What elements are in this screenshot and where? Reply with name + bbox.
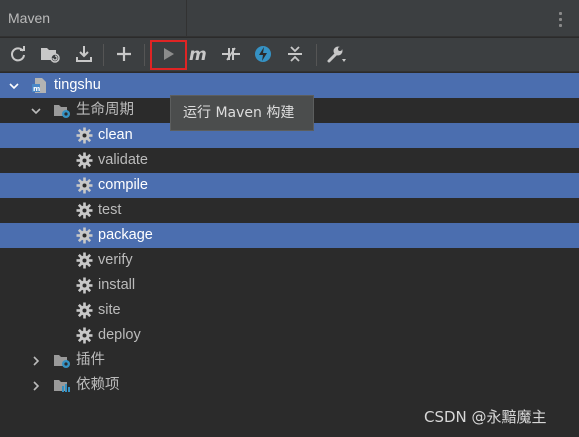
more-options-icon[interactable] <box>559 12 562 30</box>
gear-icon <box>76 202 93 219</box>
reload-icon[interactable] <box>5 41 31 67</box>
svg-text:m: m <box>189 45 207 63</box>
tool-window-title: Maven <box>8 10 51 26</box>
toolbar-separator <box>103 44 104 66</box>
settings-wrench-icon[interactable] <box>324 41 350 67</box>
tree-item-label: package <box>98 227 153 243</box>
gear-icon <box>76 152 93 169</box>
gear-icon <box>76 127 93 144</box>
chevron-right-icon[interactable] <box>30 373 42 398</box>
tree-item-goal[interactable]: package <box>0 223 579 248</box>
gear-icon <box>76 327 93 344</box>
tree-item-dependencies[interactable]: 依赖项 <box>0 373 579 398</box>
lifecycle-folder-icon <box>53 102 70 119</box>
tree-item-label: 插件 <box>76 352 105 368</box>
chevron-right-icon[interactable] <box>30 348 42 373</box>
run-maven-build-tooltip: 运行 Maven 构建 <box>170 95 314 131</box>
tree-item-label: compile <box>98 177 148 193</box>
watermark: CSDN @永黯魔主 <box>424 408 547 426</box>
toolbar-separator <box>316 44 317 66</box>
gear-icon <box>76 227 93 244</box>
tree-item-label: verify <box>98 252 133 268</box>
chevron-down-icon[interactable] <box>8 73 20 98</box>
tree-item-goal[interactable]: install <box>0 273 579 298</box>
tree-item-label: validate <box>98 152 148 168</box>
gear-icon <box>76 302 93 319</box>
gear-icon <box>76 252 93 269</box>
dependencies-folder-icon <box>53 377 70 394</box>
chevron-down-icon[interactable] <box>30 98 42 123</box>
tree-item-label: tingshu <box>54 77 101 93</box>
plugins-folder-icon <box>53 352 70 369</box>
download-icon[interactable] <box>71 41 97 67</box>
tree-item-goal[interactable]: site <box>0 298 579 323</box>
tree-item-goal[interactable]: test <box>0 198 579 223</box>
svg-text:m: m <box>33 85 40 93</box>
tree-item-plugins[interactable]: 插件 <box>0 348 579 373</box>
tree-item-label: deploy <box>98 327 141 343</box>
tool-window-header: Maven <box>0 0 579 37</box>
tree-item-goal[interactable]: validate <box>0 148 579 173</box>
header-divider <box>186 0 187 37</box>
gear-icon <box>76 277 93 294</box>
tree-item-goal[interactable]: verify <box>0 248 579 273</box>
gear-icon <box>76 177 93 194</box>
tree-item-label: 依赖项 <box>76 377 120 393</box>
maven-toolbar: m <box>0 38 579 72</box>
generate-sources-icon[interactable] <box>37 41 63 67</box>
toolbar-separator <box>144 44 145 66</box>
add-icon[interactable] <box>111 41 137 67</box>
tree-item-label: test <box>98 202 122 218</box>
tree-item-label: clean <box>98 127 133 143</box>
skip-tests-icon[interactable] <box>250 41 276 67</box>
run-button-highlight <box>150 40 187 70</box>
execute-goal-icon[interactable]: m <box>186 41 212 67</box>
maven-project-icon: m <box>32 77 49 94</box>
tree-item-label: site <box>98 302 121 318</box>
collapse-all-icon[interactable] <box>282 41 308 67</box>
tree-item-goal[interactable]: compile <box>0 173 579 198</box>
tree-item-goal[interactable]: deploy <box>0 323 579 348</box>
toggle-offline-icon[interactable] <box>218 41 244 67</box>
tree-item-label: 生命周期 <box>76 102 134 118</box>
tree-item-label: install <box>98 277 136 293</box>
